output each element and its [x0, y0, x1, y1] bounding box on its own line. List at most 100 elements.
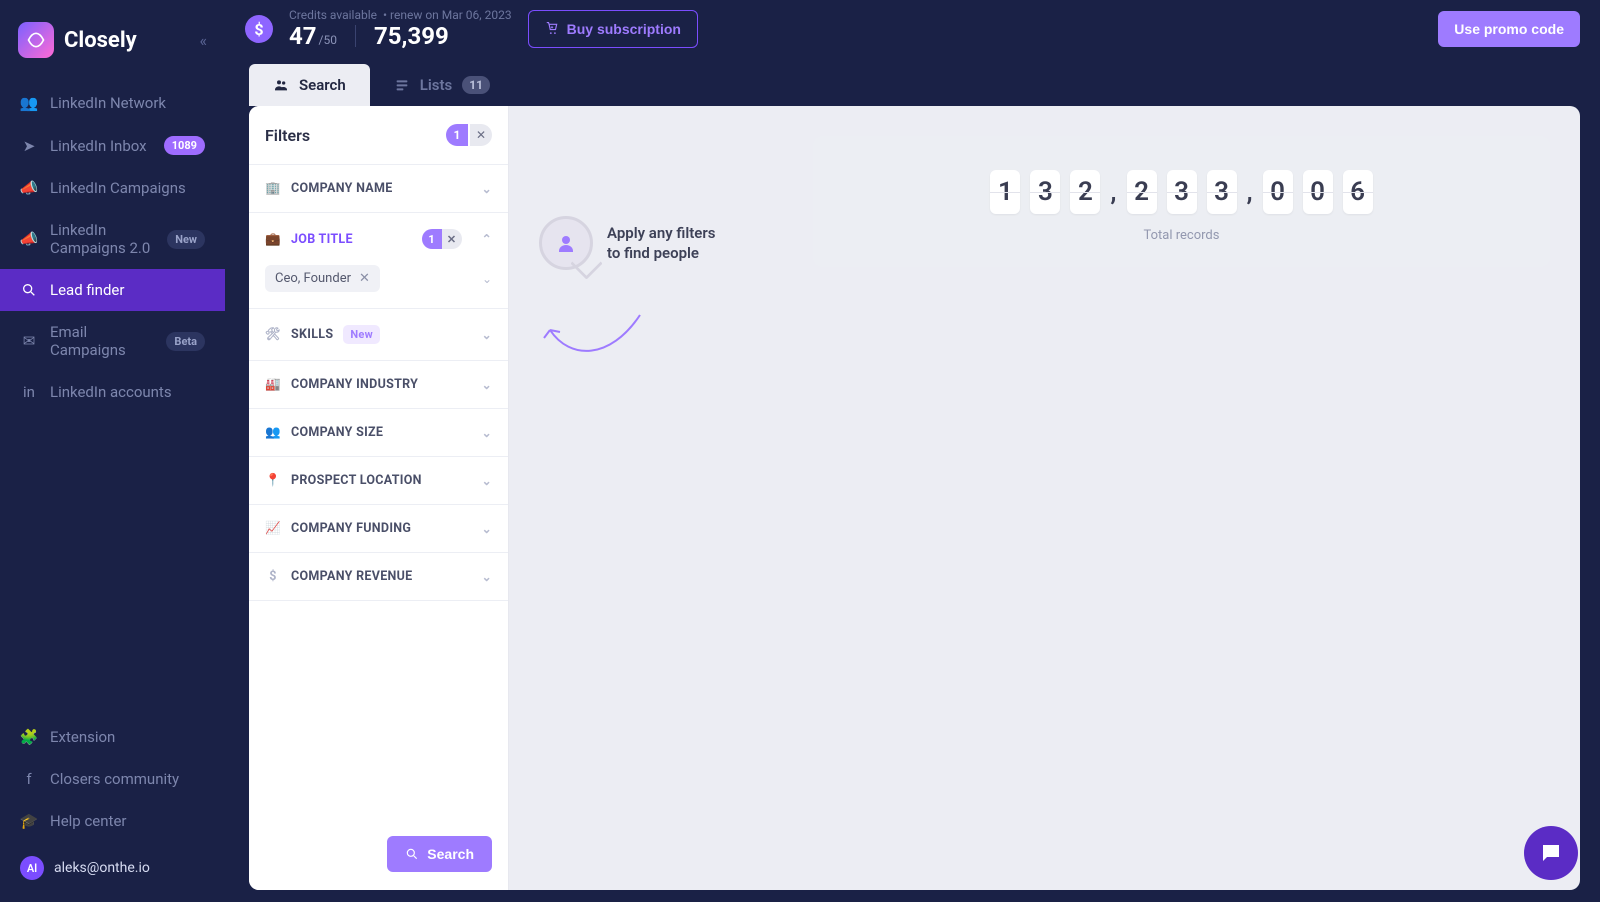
digit: 2 [1127, 170, 1157, 214]
magnifier-person-icon [539, 216, 593, 270]
filter-company-revenue[interactable]: $ COMPANY REVENUE ⌄ [249, 553, 508, 601]
filter-company-funding[interactable]: 📈 COMPANY FUNDING ⌄ [249, 505, 508, 553]
credits-icon: $ [245, 15, 273, 43]
filters-count-badge: 1 [446, 124, 468, 146]
filter-company-industry[interactable]: 🏭 COMPANY INDUSTRY ⌄ [249, 361, 508, 409]
tab-lists-label: Lists [420, 76, 452, 94]
sidebar-item-linkedin-campaigns[interactable]: 📣 LinkedIn Campaigns [0, 167, 225, 209]
chevron-down-icon[interactable]: ⌄ [482, 272, 492, 286]
credits-used: 47 [289, 22, 317, 50]
sidebar-item-linkedin-inbox[interactable]: ➤ LinkedIn Inbox 1089 [0, 124, 225, 167]
chevron-down-icon: ⌄ [482, 426, 492, 440]
credits-denom: /50 [319, 33, 337, 47]
people-icon [273, 77, 289, 93]
search-button[interactable]: Search [387, 836, 492, 872]
list-icon [394, 77, 410, 93]
filters-footer: Search [249, 818, 508, 890]
filter-company-size[interactable]: 👥 COMPANY SIZE ⌄ [249, 409, 508, 457]
digit: 1 [990, 170, 1020, 214]
sidebar-item-label: LinkedIn Network [50, 94, 205, 112]
megaphone-icon: 📣 [20, 230, 38, 248]
megaphone-icon: 📣 [20, 179, 38, 197]
total-records-label: Total records [1144, 228, 1220, 243]
sidebar-item-extension[interactable]: 🧩 Extension [0, 716, 225, 758]
buy-subscription-button[interactable]: Buy subscription [528, 10, 698, 48]
chevron-down-icon: ⌄ [482, 378, 492, 392]
divider [355, 25, 356, 47]
sidebar: Closely « 👥 LinkedIn Network ➤ LinkedIn … [0, 0, 225, 902]
new-badge: New [167, 230, 205, 249]
digit: 0 [1303, 170, 1333, 214]
filter-skills[interactable]: 🛠 SKILLS New ⌄ [249, 309, 508, 361]
digit: 3 [1207, 170, 1237, 214]
results-area: Apply any filters to find people 1 3 2 ,… [509, 106, 1580, 890]
sidebar-item-help-center[interactable]: 🎓 Help center [0, 800, 225, 842]
filter-company-name[interactable]: 🏢 COMPANY NAME ⌄ [249, 165, 508, 213]
clear-all-filters-button[interactable]: ✕ [470, 124, 492, 146]
sidebar-item-linkedin-campaigns-2[interactable]: 📣 LinkedIn Campaigns 2.0 New [0, 209, 225, 269]
sidebar-item-label: LinkedIn Campaigns 2.0 [50, 221, 155, 257]
inbox-count-badge: 1089 [164, 136, 205, 155]
filter-label: SKILLS [291, 327, 333, 342]
job-title-tag[interactable]: Ceo, Founder ✕ [265, 265, 380, 292]
sidebar-item-email-campaigns[interactable]: ✉ Email Campaigns Beta [0, 311, 225, 371]
sidebar-item-lead-finder[interactable]: Lead finder [0, 269, 225, 311]
filter-job-title[interactable]: 💼 JOB TITLE 1 ✕ ⌃ [249, 213, 508, 265]
clear-job-title-button[interactable]: ✕ [442, 229, 462, 249]
filters-header: Filters 1 ✕ [249, 106, 508, 165]
filters-panel: Filters 1 ✕ 🏢 COMPANY NAME ⌄ 💼 JOB TITLE [249, 106, 509, 890]
beta-badge: Beta [166, 332, 205, 351]
sidebar-item-label: LinkedIn accounts [50, 383, 205, 401]
briefcase-icon: 💼 [265, 232, 281, 247]
search-icon [405, 847, 419, 861]
factory-icon: 🏭 [265, 377, 281, 392]
user-email: aleks@onthe.io [54, 860, 150, 876]
tab-search[interactable]: Search [249, 64, 370, 106]
filter-prospect-location[interactable]: 📍 PROSPECT LOCATION ⌄ [249, 457, 508, 505]
search-icon [20, 282, 38, 298]
filter-label: COMPANY REVENUE [291, 569, 413, 584]
brand-logo [18, 22, 54, 58]
use-promo-code-button[interactable]: Use promo code [1438, 11, 1580, 47]
filter-label: PROSPECT LOCATION [291, 473, 422, 488]
brand: Closely « [0, 12, 225, 82]
chevron-down-icon: ⌄ [482, 522, 492, 536]
credits-label: Credits available [289, 8, 377, 22]
filters-title: Filters [265, 126, 310, 145]
sidebar-collapse-button[interactable]: « [199, 31, 207, 50]
sidebar-item-label: LinkedIn Inbox [50, 137, 152, 155]
chevron-down-icon: ⌄ [482, 474, 492, 488]
digit: 3 [1030, 170, 1060, 214]
dollar-icon: $ [265, 569, 281, 584]
filter-job-title-body: Ceo, Founder ✕ ⌄ [249, 265, 508, 309]
location-icon: 📍 [265, 473, 281, 488]
use-promo-code-label: Use promo code [1454, 21, 1564, 37]
sidebar-item-linkedin-accounts[interactable]: in LinkedIn accounts [0, 371, 225, 413]
search-button-label: Search [427, 846, 474, 862]
total-records-card: 1 3 2 , 2 3 3 , 0 0 6 Total records [813, 136, 1550, 267]
credits-block: Credits available • renew on Mar 06, 202… [289, 8, 512, 50]
user-row[interactable]: Al aleks@onthe.io [0, 842, 225, 886]
filter-label: COMPANY INDUSTRY [291, 377, 418, 392]
chat-fab[interactable] [1524, 826, 1578, 880]
filter-label: JOB TITLE [291, 232, 353, 247]
digit: 2 [1070, 170, 1100, 214]
remove-tag-button[interactable]: ✕ [359, 271, 370, 286]
tab-search-label: Search [299, 76, 346, 94]
mail-icon: ✉ [20, 332, 38, 350]
people-icon: 👥 [265, 425, 281, 440]
lists-count-badge: 11 [462, 76, 490, 94]
send-icon: ➤ [20, 137, 38, 155]
tab-lists[interactable]: Lists 11 [370, 64, 514, 106]
linkedin-icon: in [20, 383, 38, 401]
sidebar-item-linkedin-network[interactable]: 👥 LinkedIn Network [0, 82, 225, 124]
sidebar-item-label: Email Campaigns [50, 323, 154, 359]
digit: 0 [1263, 170, 1293, 214]
digit: 6 [1343, 170, 1373, 214]
sidebar-item-closers-community[interactable]: f Closers community [0, 758, 225, 800]
chevron-down-icon: ⌄ [482, 182, 492, 196]
hint-text: Apply any filters to find people [607, 223, 727, 264]
sidebar-item-label: Extension [50, 728, 205, 746]
chevron-up-icon: ⌃ [482, 232, 492, 246]
topbar: $ Credits available • renew on Mar 06, 2… [225, 0, 1600, 58]
